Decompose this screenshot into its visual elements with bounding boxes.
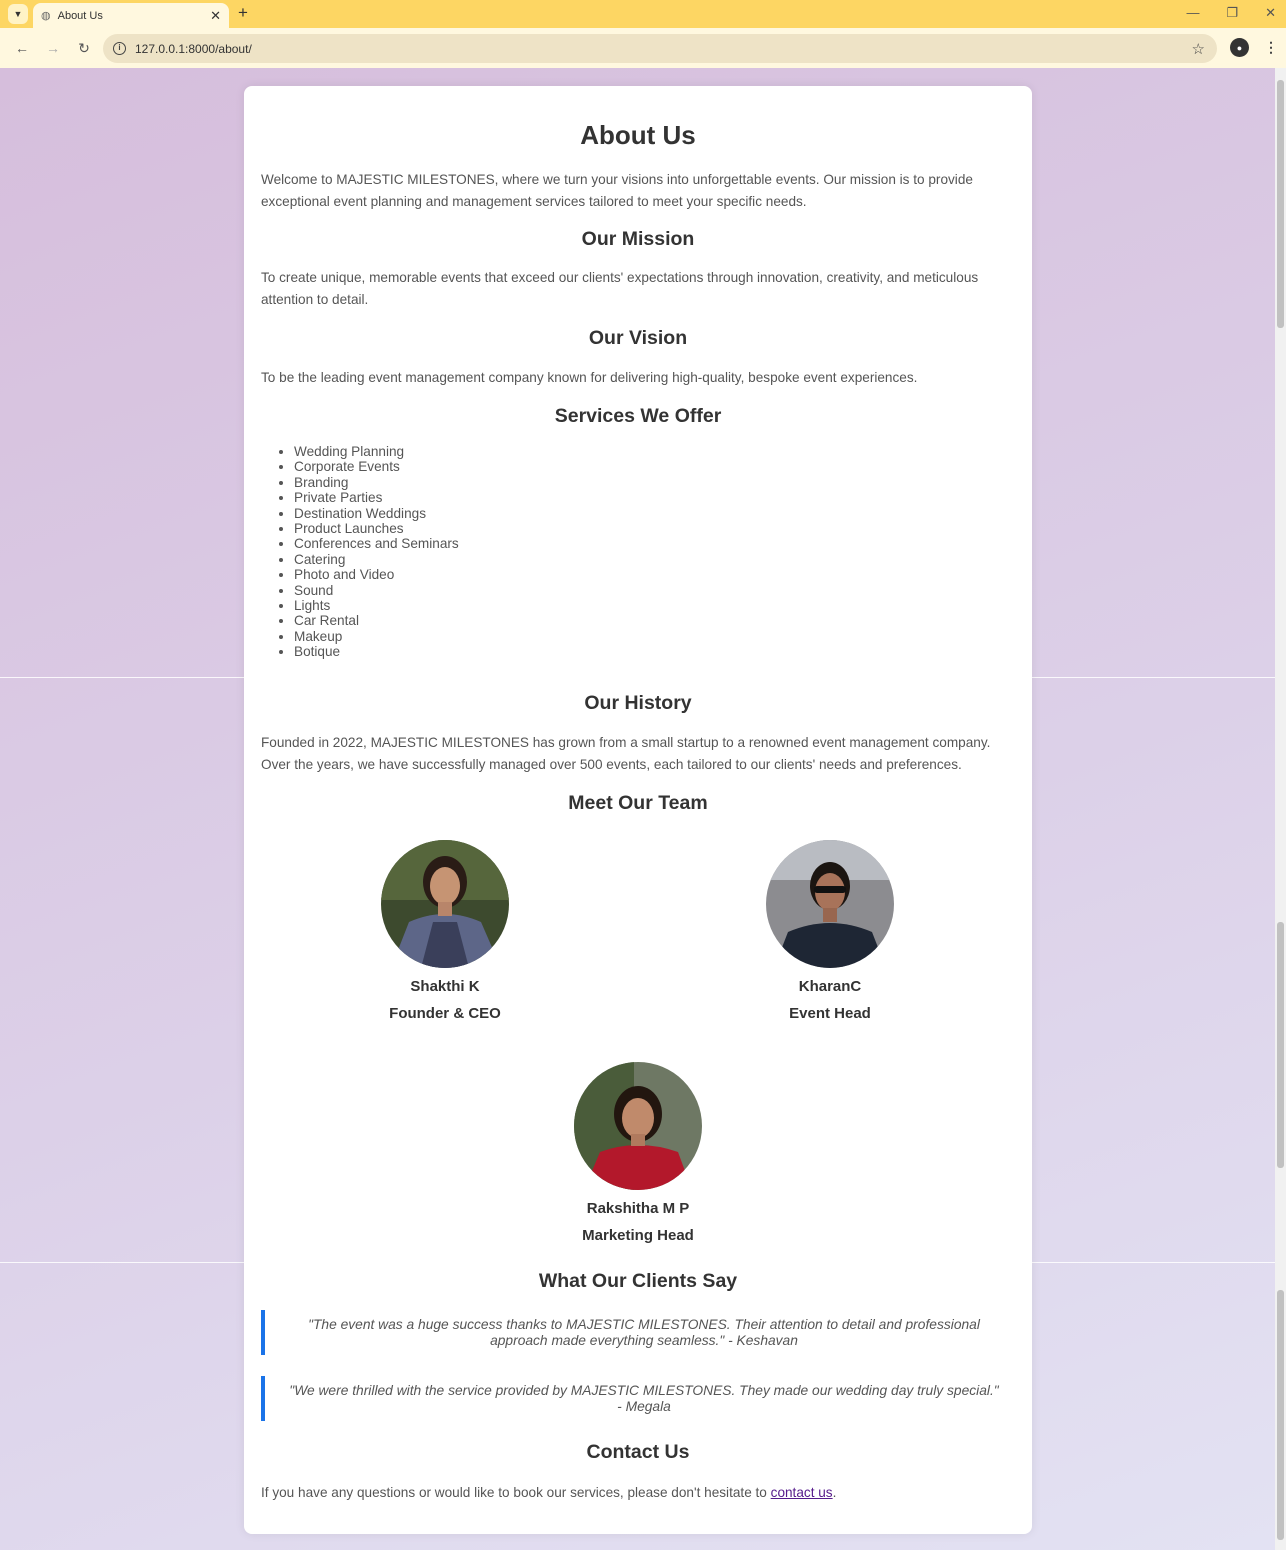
browser-tab[interactable]: ◍ About Us ✕ xyxy=(33,3,229,28)
globe-icon: ◍ xyxy=(41,10,51,22)
avatar xyxy=(381,840,509,968)
window-controls: — ❐ ✕ xyxy=(1186,5,1276,21)
team-member: Rakshitha M P Marketing Head xyxy=(538,1062,738,1249)
browser-toolbar: ← → ↻ i 127.0.0.1:8000/about/ ☆ ● ⋮ xyxy=(0,28,1286,68)
mission-heading: Our Mission xyxy=(581,228,695,250)
list-item: Corporate Events xyxy=(294,459,459,474)
history-heading: Our History xyxy=(584,692,692,714)
new-tab-button[interactable]: + xyxy=(238,3,248,23)
scrollbar-thumb[interactable] xyxy=(1277,80,1284,328)
member-role: Event Head xyxy=(789,1005,871,1022)
forward-icon[interactable]: → xyxy=(44,40,62,56)
member-name: Rakshitha M P xyxy=(586,1200,690,1217)
bookmark-star-icon[interactable]: ☆ xyxy=(1192,40,1205,58)
contact-text-after: . xyxy=(832,1485,837,1500)
vision-heading: Our Vision xyxy=(588,327,688,349)
address-bar[interactable]: i 127.0.0.1:8000/about/ ☆ xyxy=(103,34,1217,63)
member-role: Founder & CEO xyxy=(389,1005,501,1022)
list-item: Sound xyxy=(294,583,459,598)
list-item: Catering xyxy=(294,552,459,567)
list-item: Branding xyxy=(294,475,459,490)
list-item: Wedding Planning xyxy=(294,444,459,459)
member-name: KharanC xyxy=(798,978,862,995)
history-text: Founded in 2022, MAJESTIC MILESTONES has… xyxy=(261,735,991,772)
contact-text-before: If you have any questions or would like … xyxy=(261,1485,771,1500)
list-item: Destination Weddings xyxy=(294,506,459,521)
mission-text: To create unique, memorable events that … xyxy=(261,270,979,307)
menu-kebab-icon[interactable]: ⋮ xyxy=(1264,39,1278,56)
list-item: Lights xyxy=(294,598,459,613)
list-item: Car Rental xyxy=(294,613,459,628)
close-window-icon[interactable]: ✕ xyxy=(1265,5,1276,21)
list-item: Private Parties xyxy=(294,490,459,505)
contact-text: If you have any questions or would like … xyxy=(261,1482,1015,1504)
testimonials-heading: What Our Clients Say xyxy=(538,1270,738,1292)
services-list: Wedding Planning Corporate Events Brandi… xyxy=(294,444,459,660)
reload-icon[interactable]: ↻ xyxy=(75,40,93,57)
team-heading: Meet Our Team xyxy=(568,792,708,814)
avatar xyxy=(574,1062,702,1190)
close-tab-icon[interactable]: ✕ xyxy=(210,8,221,24)
list-item: Conferences and Seminars xyxy=(294,536,459,551)
site-info-icon[interactable]: i xyxy=(113,42,126,55)
vision-text: To be the leading event management compa… xyxy=(261,370,918,385)
scrollbar-thumb[interactable] xyxy=(1277,1290,1284,1540)
list-item: Makeup xyxy=(294,629,459,644)
tab-search-icon[interactable]: ▼ xyxy=(8,4,28,24)
about-card: About Us Welcome to MAJESTIC MILESTONES,… xyxy=(244,86,1032,1534)
avatar xyxy=(766,840,894,968)
contact-heading: Contact Us xyxy=(586,1441,690,1463)
scrollbar-thumb[interactable] xyxy=(1277,922,1284,1168)
restore-icon[interactable]: ❐ xyxy=(1226,5,1238,21)
testimonial-quote: "The event was a huge success thanks to … xyxy=(261,1310,1015,1355)
back-icon[interactable]: ← xyxy=(13,40,31,56)
member-role: Marketing Head xyxy=(582,1227,694,1244)
services-heading: Services We Offer xyxy=(554,405,722,427)
profile-avatar-icon[interactable]: ● xyxy=(1230,38,1249,57)
page-title: About Us xyxy=(580,120,696,150)
tab-title: About Us xyxy=(57,9,103,22)
team-member: KharanC Event Head xyxy=(730,840,930,1027)
testimonial-quote: "We were thrilled with the service provi… xyxy=(261,1376,1015,1421)
contact-us-link[interactable]: contact us xyxy=(771,1485,833,1500)
list-item: Photo and Video xyxy=(294,567,459,582)
minimize-icon[interactable]: — xyxy=(1186,5,1199,21)
list-item: Product Launches xyxy=(294,521,459,536)
url-text[interactable]: 127.0.0.1:8000/about/ xyxy=(135,42,252,56)
team-member: Shakthi K Founder & CEO xyxy=(345,840,545,1027)
list-item: Botique xyxy=(294,644,459,659)
intro-text: Welcome to MAJESTIC MILESTONES, where we… xyxy=(261,172,973,209)
scrollbar[interactable] xyxy=(1275,68,1286,1550)
tab-strip: ▼ ◍ About Us ✕ + — ❐ ✕ xyxy=(0,0,1286,28)
member-name: Shakthi K xyxy=(410,978,480,995)
